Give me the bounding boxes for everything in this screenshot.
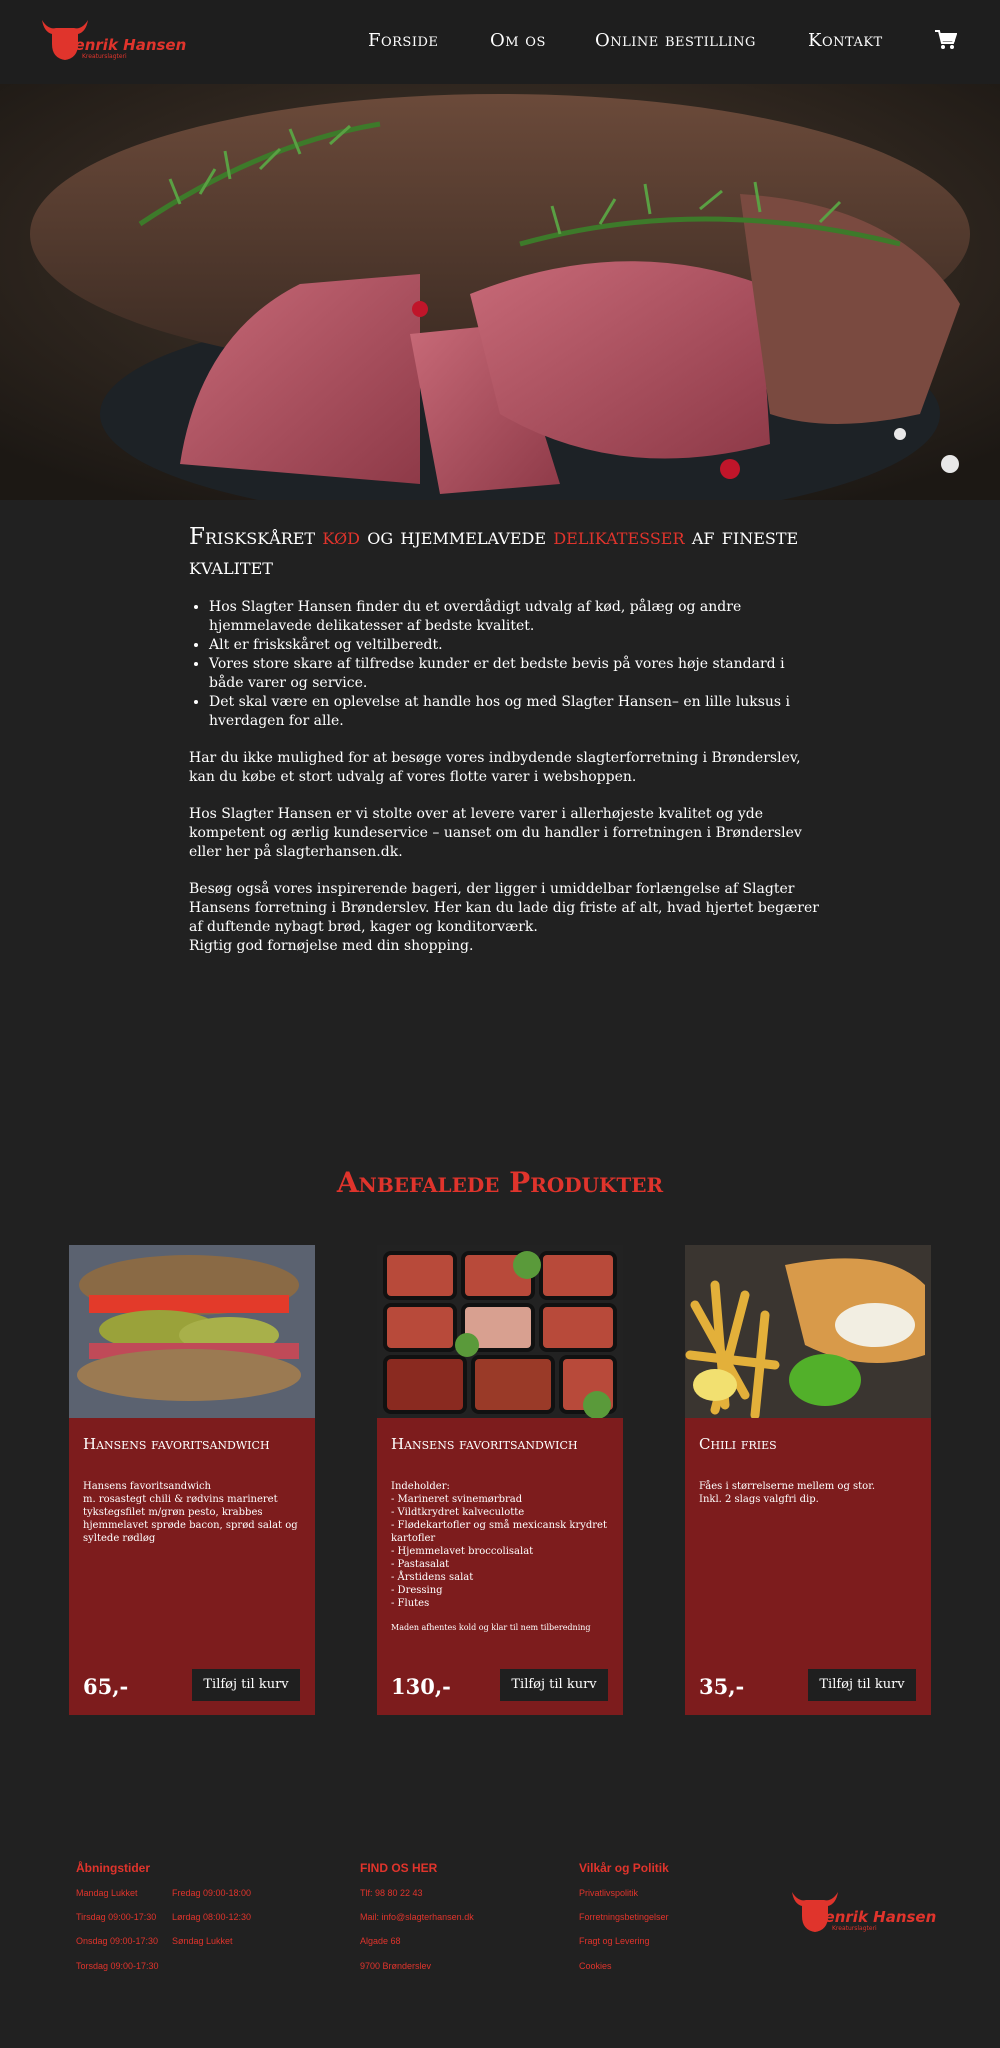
address-city: 9700 Brønderslev [360,1961,432,1971]
address-street: Algade 68 [360,1936,401,1946]
title-part-1: Friskskåret [189,524,316,550]
product-card[interactable]: Hansens favoritsandwich Indeholder: - Ma… [377,1245,623,1715]
product-title: Hansens favoritsandwich [83,1435,270,1453]
hero-steak-image [0,84,1000,500]
product-description: Hansens favoritsandwich m. rosastegt chi… [83,1481,298,1544]
email-link[interactable]: Mail: info@slagterhansen.dk [360,1912,474,1922]
add-to-cart-button[interactable]: Tilføj til kurv [500,1669,608,1701]
bullet-item: Alt er friskskåret og veltilberedt. [209,636,819,655]
hours-item: Mandag Lukket [76,1888,138,1898]
hours-item: Fredag 09:00-18:00 [172,1888,252,1898]
add-to-cart-button[interactable]: Tilføj til kurv [192,1669,300,1701]
terms-link[interactable]: Forretningsbetingelser [579,1912,669,1922]
shopping-cart-icon[interactable] [935,30,957,50]
product-card[interactable]: Hansens favoritsandwich Hansens favorits… [69,1245,315,1715]
intro-paragraph-closing: Rigtig god fornøjelse med din shopping. [189,938,474,954]
logo-name: Henrik Hansen [62,36,187,54]
hours-item: Onsdag 09:00-17:30 [76,1936,159,1946]
product-price: 130,- [391,1674,451,1699]
intro-bullets: Hos Slagter Hansen finder du et overdådi… [209,598,819,731]
logo-subtitle: Kreaturslagteri [832,1925,877,1932]
intro-paragraph-bakery: Besøg også vores inspirerende bageri, de… [189,881,819,935]
bullet-item: Vores store skare af tilfredse kunder er… [209,655,819,693]
logo-name: Henrik Hansen [812,1908,937,1926]
footer-find-title: FIND OS HER [360,1861,438,1875]
shipping-link[interactable]: Fragt og Levering [579,1936,650,1946]
product-price: 65,- [83,1674,129,1699]
intro-section: Friskskåret kød og hjemmelavede delikate… [189,522,819,956]
phone-link[interactable]: Tlf: 98 80 22 43 [360,1888,423,1898]
hours-item: Tirsdag 09:00-17:30 [76,1912,157,1922]
brand-logo[interactable]: Henrik Hansen Kreaturslagteri [40,16,190,64]
intro-paragraph-webshop: Har du ikke mulighed for at besøge vores… [189,750,801,785]
logo-subtitle: Kreaturslagteri [82,53,127,60]
sandwich-image [69,1245,315,1418]
title-highlight-2: delikatesser [553,524,685,550]
intro-paragraph-quality: Hos Slagter Hansen er vi stolte over at … [189,806,802,860]
nav-om-os[interactable]: Om os [490,30,546,51]
intro-title: Friskskåret kød og hjemmelavede delikate… [189,522,819,582]
footer-policy-title: Vilkår og Politik [579,1861,669,1875]
product-note: Maden afhentes kold og klar til nem tilb… [391,1623,591,1632]
hours-item: Søndag Lukket [172,1936,233,1946]
footer-brand-logo[interactable]: Henrik Hansen Kreaturslagteri [790,1888,940,1936]
product-title: Chili fries [699,1435,777,1453]
nav-forside[interactable]: Forside [368,30,438,51]
site-header: Henrik Hansen Kreaturslagteri Forside Om… [0,0,1000,84]
chili-fries-image [685,1245,931,1418]
product-price: 35,- [699,1674,745,1699]
bullet-item: Det skal være en oplevelse at handle hos… [209,693,819,731]
privacy-policy-link[interactable]: Privatlivspolitik [579,1888,638,1898]
product-description: Fåes i størrelserne mellem og stor. Inkl… [699,1481,876,1505]
bullet-item: Hos Slagter Hansen finder du et overdådi… [209,598,819,636]
nav-kontakt[interactable]: Kontakt [808,30,883,51]
products-section-title: Anbefalede Produkter [336,1166,664,1199]
meat-trays-image [377,1245,623,1418]
title-part-2: og hjemmelavede [367,524,547,550]
nav-online-bestilling[interactable]: Online bestilling [595,30,756,51]
hours-item: Lørdag 08:00-12:30 [172,1912,252,1922]
product-title: Hansens favoritsandwich [391,1435,578,1453]
title-highlight-1: kød [322,524,360,550]
hours-item: Torsdag 09:00-17:30 [76,1961,159,1971]
footer-hours-title: Åbningstider [76,1861,150,1875]
add-to-cart-button[interactable]: Tilføj til kurv [808,1669,916,1701]
product-card[interactable]: Chili fries Fåes i størrelserne mellem o… [685,1245,931,1715]
product-description: Indeholder: - Marineret svinemørbrad - V… [391,1481,607,1609]
cookies-link[interactable]: Cookies [579,1961,612,1971]
